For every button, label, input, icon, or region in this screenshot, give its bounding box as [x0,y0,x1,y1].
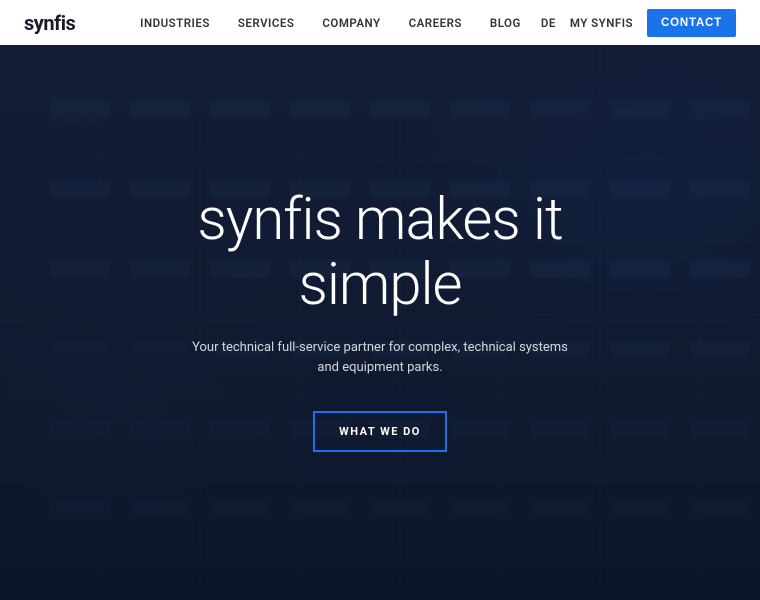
hero-cta-button[interactable]: WHAT WE DO [313,411,447,452]
nav-right: DE MY SYNFIS CONTACT [541,9,736,37]
hero-subtitle: Your technical full-service partner for … [180,338,580,380]
nav-link-company[interactable]: COMPANY [322,16,380,30]
nav-language-de[interactable]: DE [541,16,556,30]
nav-link-blog[interactable]: BLOG [490,16,521,30]
nav-link-services[interactable]: SERVICES [238,16,295,30]
nav-links: INDUSTRIES SERVICES COMPANY CAREERS BLOG [140,16,521,30]
navbar: synfis INDUSTRIES SERVICES COMPANY CAREE… [0,0,760,45]
nav-link-industries[interactable]: INDUSTRIES [140,16,210,30]
brand-logo[interactable]: synfis [24,11,75,35]
hero-section: synfis makes it simple Your technical fu… [0,0,760,600]
hero-title: synfis makes it simple [197,188,562,318]
nav-contact-button[interactable]: CONTACT [647,9,736,37]
nav-link-careers[interactable]: CAREERS [409,16,462,30]
hero-content: synfis makes it simple Your technical fu… [0,20,760,600]
nav-mysynfis-link[interactable]: MY SYNFIS [570,16,633,30]
